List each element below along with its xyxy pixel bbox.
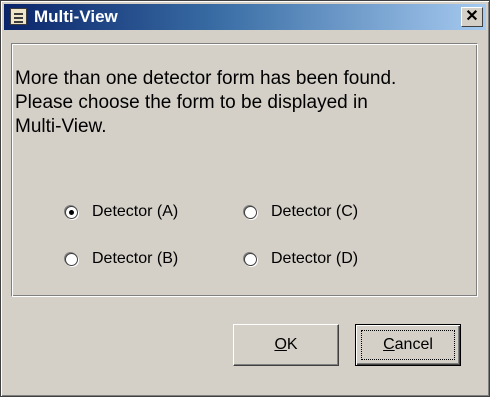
ok-label: K: [286, 336, 298, 353]
radio-button-icon[interactable]: [244, 252, 257, 266]
ok-accelerator: O: [274, 336, 287, 353]
cancel-accelerator: C: [383, 336, 395, 353]
radio-label: Detector (C): [271, 203, 359, 220]
radio-detector-a[interactable]: Detector (A): [65, 201, 178, 223]
multi-view-dialog: Multi-View ✕ More than one detector form…: [0, 0, 490, 397]
radio-label: Detector (A): [92, 203, 179, 220]
radio-button-icon[interactable]: [244, 205, 257, 219]
close-icon: ✕: [465, 8, 479, 25]
radio-detector-d[interactable]: Detector (D): [244, 248, 358, 270]
ok-button[interactable]: OK: [233, 324, 339, 366]
radio-label: Detector (B): [92, 250, 179, 267]
message-line: Please choose the form to be displayed i…: [15, 92, 368, 113]
form-icon: [10, 8, 27, 25]
radio-button-icon[interactable]: [65, 252, 78, 266]
message-text: More than one detector form has been fou…: [15, 67, 475, 139]
radio-detector-c[interactable]: Detector (C): [244, 201, 358, 223]
title-bar[interactable]: Multi-View ✕: [4, 4, 486, 30]
radio-label: Detector (D): [271, 250, 359, 267]
radio-button-icon[interactable]: [65, 205, 78, 219]
radio-detector-b[interactable]: Detector (B): [65, 248, 178, 270]
message-line: More than one detector form has been fou…: [15, 68, 397, 89]
cancel-button[interactable]: Cancel: [355, 324, 461, 366]
cancel-label: ancel: [394, 336, 433, 353]
close-button[interactable]: ✕: [461, 7, 483, 27]
window-title: Multi-View: [34, 7, 118, 26]
message-line: Multi-View.: [15, 116, 107, 137]
